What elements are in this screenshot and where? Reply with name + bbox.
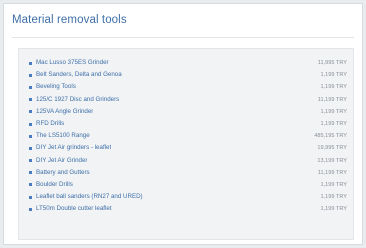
product-price: 11,199 TRY	[317, 169, 347, 176]
bullet-icon	[29, 122, 32, 126]
page-title: Material removal tools	[12, 14, 127, 26]
list-item[interactable]: LT50m Double cutter leaflet 1,199 TRY	[29, 203, 347, 215]
product-link[interactable]: RFD Drills	[36, 118, 64, 130]
product-link[interactable]: LT50m Double cutter leaflet	[36, 203, 112, 215]
product-price: 485,195 TRY	[314, 133, 347, 140]
bullet-icon	[29, 171, 32, 175]
product-link[interactable]: Mac Lusso 375ES Grinder	[36, 57, 109, 69]
list-item[interactable]: Boulder Drills 1,199 TRY	[29, 179, 347, 191]
product-link[interactable]: The LS5100 Range	[36, 130, 90, 142]
bullet-icon	[29, 85, 32, 89]
product-list: Mac Lusso 375ES Grinder 11,995 TRY Belt …	[29, 57, 347, 215]
product-link[interactable]: DIY Jet Air Grinder	[36, 155, 87, 167]
bullet-icon	[29, 207, 32, 211]
product-link[interactable]: Leaflet ball sanders (RN27 and URED)	[36, 191, 143, 203]
bullet-icon	[29, 195, 32, 199]
product-price: 1,199 TRY	[320, 194, 347, 201]
product-price: 1,199 TRY	[320, 121, 347, 128]
bullet-icon	[29, 110, 32, 114]
list-item[interactable]: 125/C 1927 Disc and Grinders 11,199 TRY	[29, 94, 347, 106]
bullet-icon	[29, 146, 32, 150]
product-link[interactable]: Battery and Gutters	[36, 167, 90, 179]
product-price: 1,199 TRY	[320, 108, 347, 115]
list-item[interactable]: Belt Sanders, Delta and Genoa 1,199 TRY	[29, 69, 347, 81]
content-card: Material removal tools Mac Lusso 375ES G…	[3, 3, 363, 245]
list-item[interactable]: RFD Drills 1,199 TRY	[29, 118, 347, 130]
product-link[interactable]: Boulder Drills	[36, 179, 73, 191]
product-price: 1,199 TRY	[320, 84, 347, 91]
list-item[interactable]: Beveling Tools 1,199 TRY	[29, 81, 347, 93]
product-link[interactable]: Beveling Tools	[36, 81, 76, 93]
list-item[interactable]: The LS5100 Range 485,195 TRY	[29, 130, 347, 142]
product-list-panel: Mac Lusso 375ES Grinder 11,995 TRY Belt …	[18, 48, 354, 240]
title-divider	[12, 37, 354, 38]
list-item[interactable]: Leaflet ball sanders (RN27 and URED) 1,1…	[29, 191, 347, 203]
product-price: 1,199 TRY	[320, 72, 347, 79]
product-price: 1,199 TRY	[320, 206, 347, 213]
bullet-icon	[29, 61, 32, 65]
product-price: 13,199 TRY	[317, 157, 347, 164]
bullet-icon	[29, 159, 32, 163]
product-link[interactable]: DIY Jet Air grinders - leaflet	[36, 142, 111, 154]
list-item[interactable]: DIY Jet Air grinders - leaflet 19,995 TR…	[29, 142, 347, 154]
list-item[interactable]: Mac Lusso 375ES Grinder 11,995 TRY	[29, 57, 347, 69]
list-item[interactable]: 125VA Angle Grinder 1,199 TRY	[29, 106, 347, 118]
bullet-icon	[29, 98, 32, 102]
product-price: 11,995 TRY	[317, 60, 347, 67]
product-price: 19,995 TRY	[317, 145, 347, 152]
bullet-icon	[29, 134, 32, 138]
product-link[interactable]: 125VA Angle Grinder	[36, 106, 93, 118]
product-link[interactable]: 125/C 1927 Disc and Grinders	[36, 94, 119, 106]
product-link[interactable]: Belt Sanders, Delta and Genoa	[36, 69, 122, 81]
bullet-icon	[29, 73, 32, 77]
list-item[interactable]: DIY Jet Air Grinder 13,199 TRY	[29, 155, 347, 167]
list-item[interactable]: Battery and Gutters 11,199 TRY	[29, 167, 347, 179]
product-price: 11,199 TRY	[317, 96, 347, 103]
bullet-icon	[29, 183, 32, 187]
product-price: 1,199 TRY	[320, 181, 347, 188]
